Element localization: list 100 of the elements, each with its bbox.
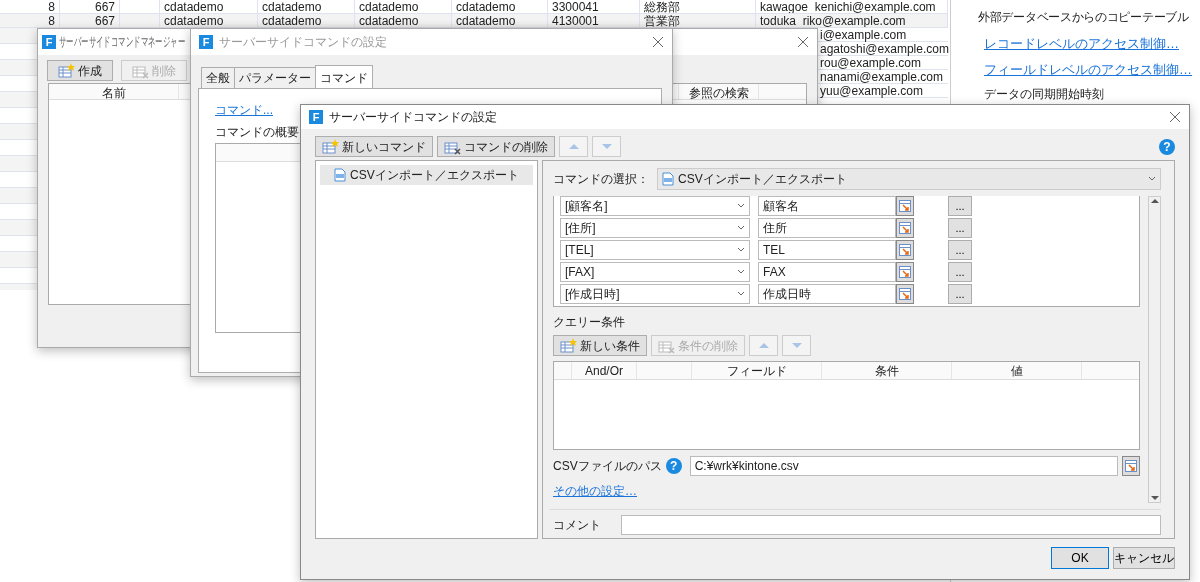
more-button[interactable]: ... bbox=[948, 196, 972, 216]
new-table-icon bbox=[322, 139, 339, 154]
field-select[interactable]: [TEL] bbox=[560, 240, 750, 260]
create-button[interactable]: 作成 bbox=[47, 60, 113, 81]
more-button[interactable]: ... bbox=[948, 284, 972, 304]
field-select[interactable]: [住所] bbox=[560, 218, 750, 238]
comment-field[interactable] bbox=[621, 515, 1161, 535]
app-logo: F bbox=[42, 35, 56, 49]
table-cell: 8 bbox=[0, 14, 60, 27]
section-label: クエリー条件 bbox=[553, 314, 626, 331]
down-arrow-icon bbox=[790, 341, 803, 350]
close-icon bbox=[797, 36, 809, 48]
tab[interactable]: コマンド bbox=[315, 65, 373, 88]
browse-button[interactable] bbox=[896, 262, 914, 282]
command-select[interactable]: CSVインポート／エクスポート bbox=[657, 168, 1161, 190]
access-link[interactable]: フィールドレベルのアクセス制御… bbox=[984, 59, 1192, 79]
browse-button[interactable] bbox=[896, 196, 914, 216]
column-header: And/Or bbox=[572, 362, 637, 379]
column-field[interactable]: FAX bbox=[758, 262, 896, 282]
table-cell: kawagoe_kenichi@example.com bbox=[756, 0, 948, 13]
column-header: 値 bbox=[952, 362, 1082, 379]
table-cell: 667 bbox=[60, 14, 120, 27]
up-arrow-icon bbox=[757, 341, 770, 350]
new-button[interactable]: 新しいコマンド bbox=[315, 136, 433, 157]
column-header: 参照の検索 bbox=[679, 84, 759, 99]
table-cell: toduka_riko@example.com bbox=[756, 14, 948, 27]
help-icon[interactable]: ? bbox=[1159, 138, 1175, 155]
window-title: サーバーサイドコマンドマネージャー bbox=[59, 33, 185, 52]
column-field[interactable]: 住所 bbox=[758, 218, 896, 238]
table-cell: cdatademo bbox=[258, 0, 355, 13]
command-link[interactable]: コマンド... bbox=[215, 103, 273, 117]
browse-button[interactable] bbox=[1122, 456, 1140, 476]
help-icon[interactable]: ? bbox=[665, 458, 682, 474]
table-cell: cdatademo bbox=[258, 14, 355, 27]
up-arrow-icon bbox=[567, 142, 580, 151]
new-table-icon bbox=[58, 63, 75, 78]
close-button[interactable] bbox=[797, 36, 809, 48]
chevron-down-icon bbox=[1148, 176, 1156, 182]
table-cell: cdatademo bbox=[452, 14, 548, 27]
table-cell: 667 bbox=[60, 0, 120, 13]
cancel-button[interactable]: キャンセル bbox=[1113, 547, 1175, 569]
column-field[interactable]: 作成日時 bbox=[758, 284, 896, 304]
column-header: 名前 bbox=[49, 84, 179, 99]
more-button[interactable]: ... bbox=[948, 240, 972, 260]
close-icon bbox=[1169, 111, 1181, 123]
chevron-down-icon bbox=[737, 247, 745, 253]
path-label: CSVファイルのパス bbox=[553, 458, 662, 475]
table-cell: 4130001 bbox=[548, 14, 640, 27]
new-table-icon bbox=[560, 338, 577, 353]
more-button[interactable]: ... bbox=[948, 218, 972, 238]
other-settings-link[interactable]: その他の設定… bbox=[553, 482, 637, 500]
down-arrow-icon bbox=[1149, 493, 1161, 502]
summary-label: コマンドの概要 bbox=[215, 124, 300, 141]
tree-item[interactable]: CSVインポート／エクスポート bbox=[320, 165, 533, 185]
comment-label: コメント bbox=[553, 517, 601, 534]
window-title: サーバーサイドコマンドの設定 bbox=[219, 34, 387, 51]
side-heading: データの同期開始時刻 bbox=[984, 86, 1105, 103]
side-text: 外部データベースからのコピーテーブル bbox=[978, 9, 1190, 26]
table-cell: cdatademo bbox=[355, 0, 452, 13]
browse-button[interactable] bbox=[896, 218, 914, 238]
field-select[interactable]: [FAX] bbox=[560, 262, 750, 282]
app-logo: F bbox=[199, 35, 213, 49]
tab[interactable]: 全般 bbox=[201, 67, 235, 88]
table-cell: cdatademo bbox=[355, 14, 452, 27]
field-select[interactable]: [作成日時] bbox=[560, 284, 750, 304]
select-label: コマンドの選択： bbox=[553, 171, 649, 188]
browse-button[interactable] bbox=[896, 284, 914, 304]
more-button[interactable]: ... bbox=[948, 262, 972, 282]
close-icon bbox=[652, 36, 664, 48]
table-cell: cdatademo bbox=[452, 0, 548, 13]
close-button[interactable] bbox=[652, 36, 664, 48]
table-cell: 8 bbox=[0, 0, 60, 13]
table-cell: 総務部 bbox=[640, 0, 756, 13]
chevron-down-icon bbox=[737, 203, 745, 209]
window-title: サーバーサイドコマンドの設定 bbox=[329, 109, 497, 126]
table-cell: 3300041 bbox=[548, 0, 640, 13]
chevron-down-icon bbox=[737, 291, 745, 297]
column-header: フィールド bbox=[692, 362, 822, 379]
scrollbar[interactable] bbox=[1148, 196, 1161, 503]
delete-button[interactable]: コマンドの削除 bbox=[437, 136, 555, 157]
column-header: 条件 bbox=[822, 362, 952, 379]
browse-button[interactable] bbox=[896, 240, 914, 260]
field-select[interactable]: [顧客名] bbox=[560, 196, 750, 216]
chevron-down-icon bbox=[737, 269, 745, 275]
access-link[interactable]: レコードレベルのアクセス制御… bbox=[984, 34, 1179, 54]
column-field[interactable]: 顧客名 bbox=[758, 196, 896, 216]
up-arrow-icon bbox=[1149, 197, 1161, 206]
document-icon bbox=[334, 168, 346, 182]
ok-button[interactable]: OK bbox=[1051, 547, 1109, 569]
document-icon bbox=[662, 172, 674, 186]
table-cell: cdatademo bbox=[160, 0, 258, 13]
app-logo: F bbox=[309, 110, 323, 124]
table-cell: 営業部 bbox=[640, 14, 756, 27]
chevron-down-icon bbox=[737, 225, 745, 231]
close-button[interactable] bbox=[1169, 111, 1181, 123]
new-button[interactable]: 新しい条件 bbox=[553, 335, 647, 356]
down-arrow-icon bbox=[600, 142, 613, 151]
path-field[interactable]: C:¥wrk¥kintone.csv bbox=[689, 456, 1118, 476]
column-field[interactable]: TEL bbox=[758, 240, 896, 260]
table-cell: cdatademo bbox=[160, 14, 258, 27]
